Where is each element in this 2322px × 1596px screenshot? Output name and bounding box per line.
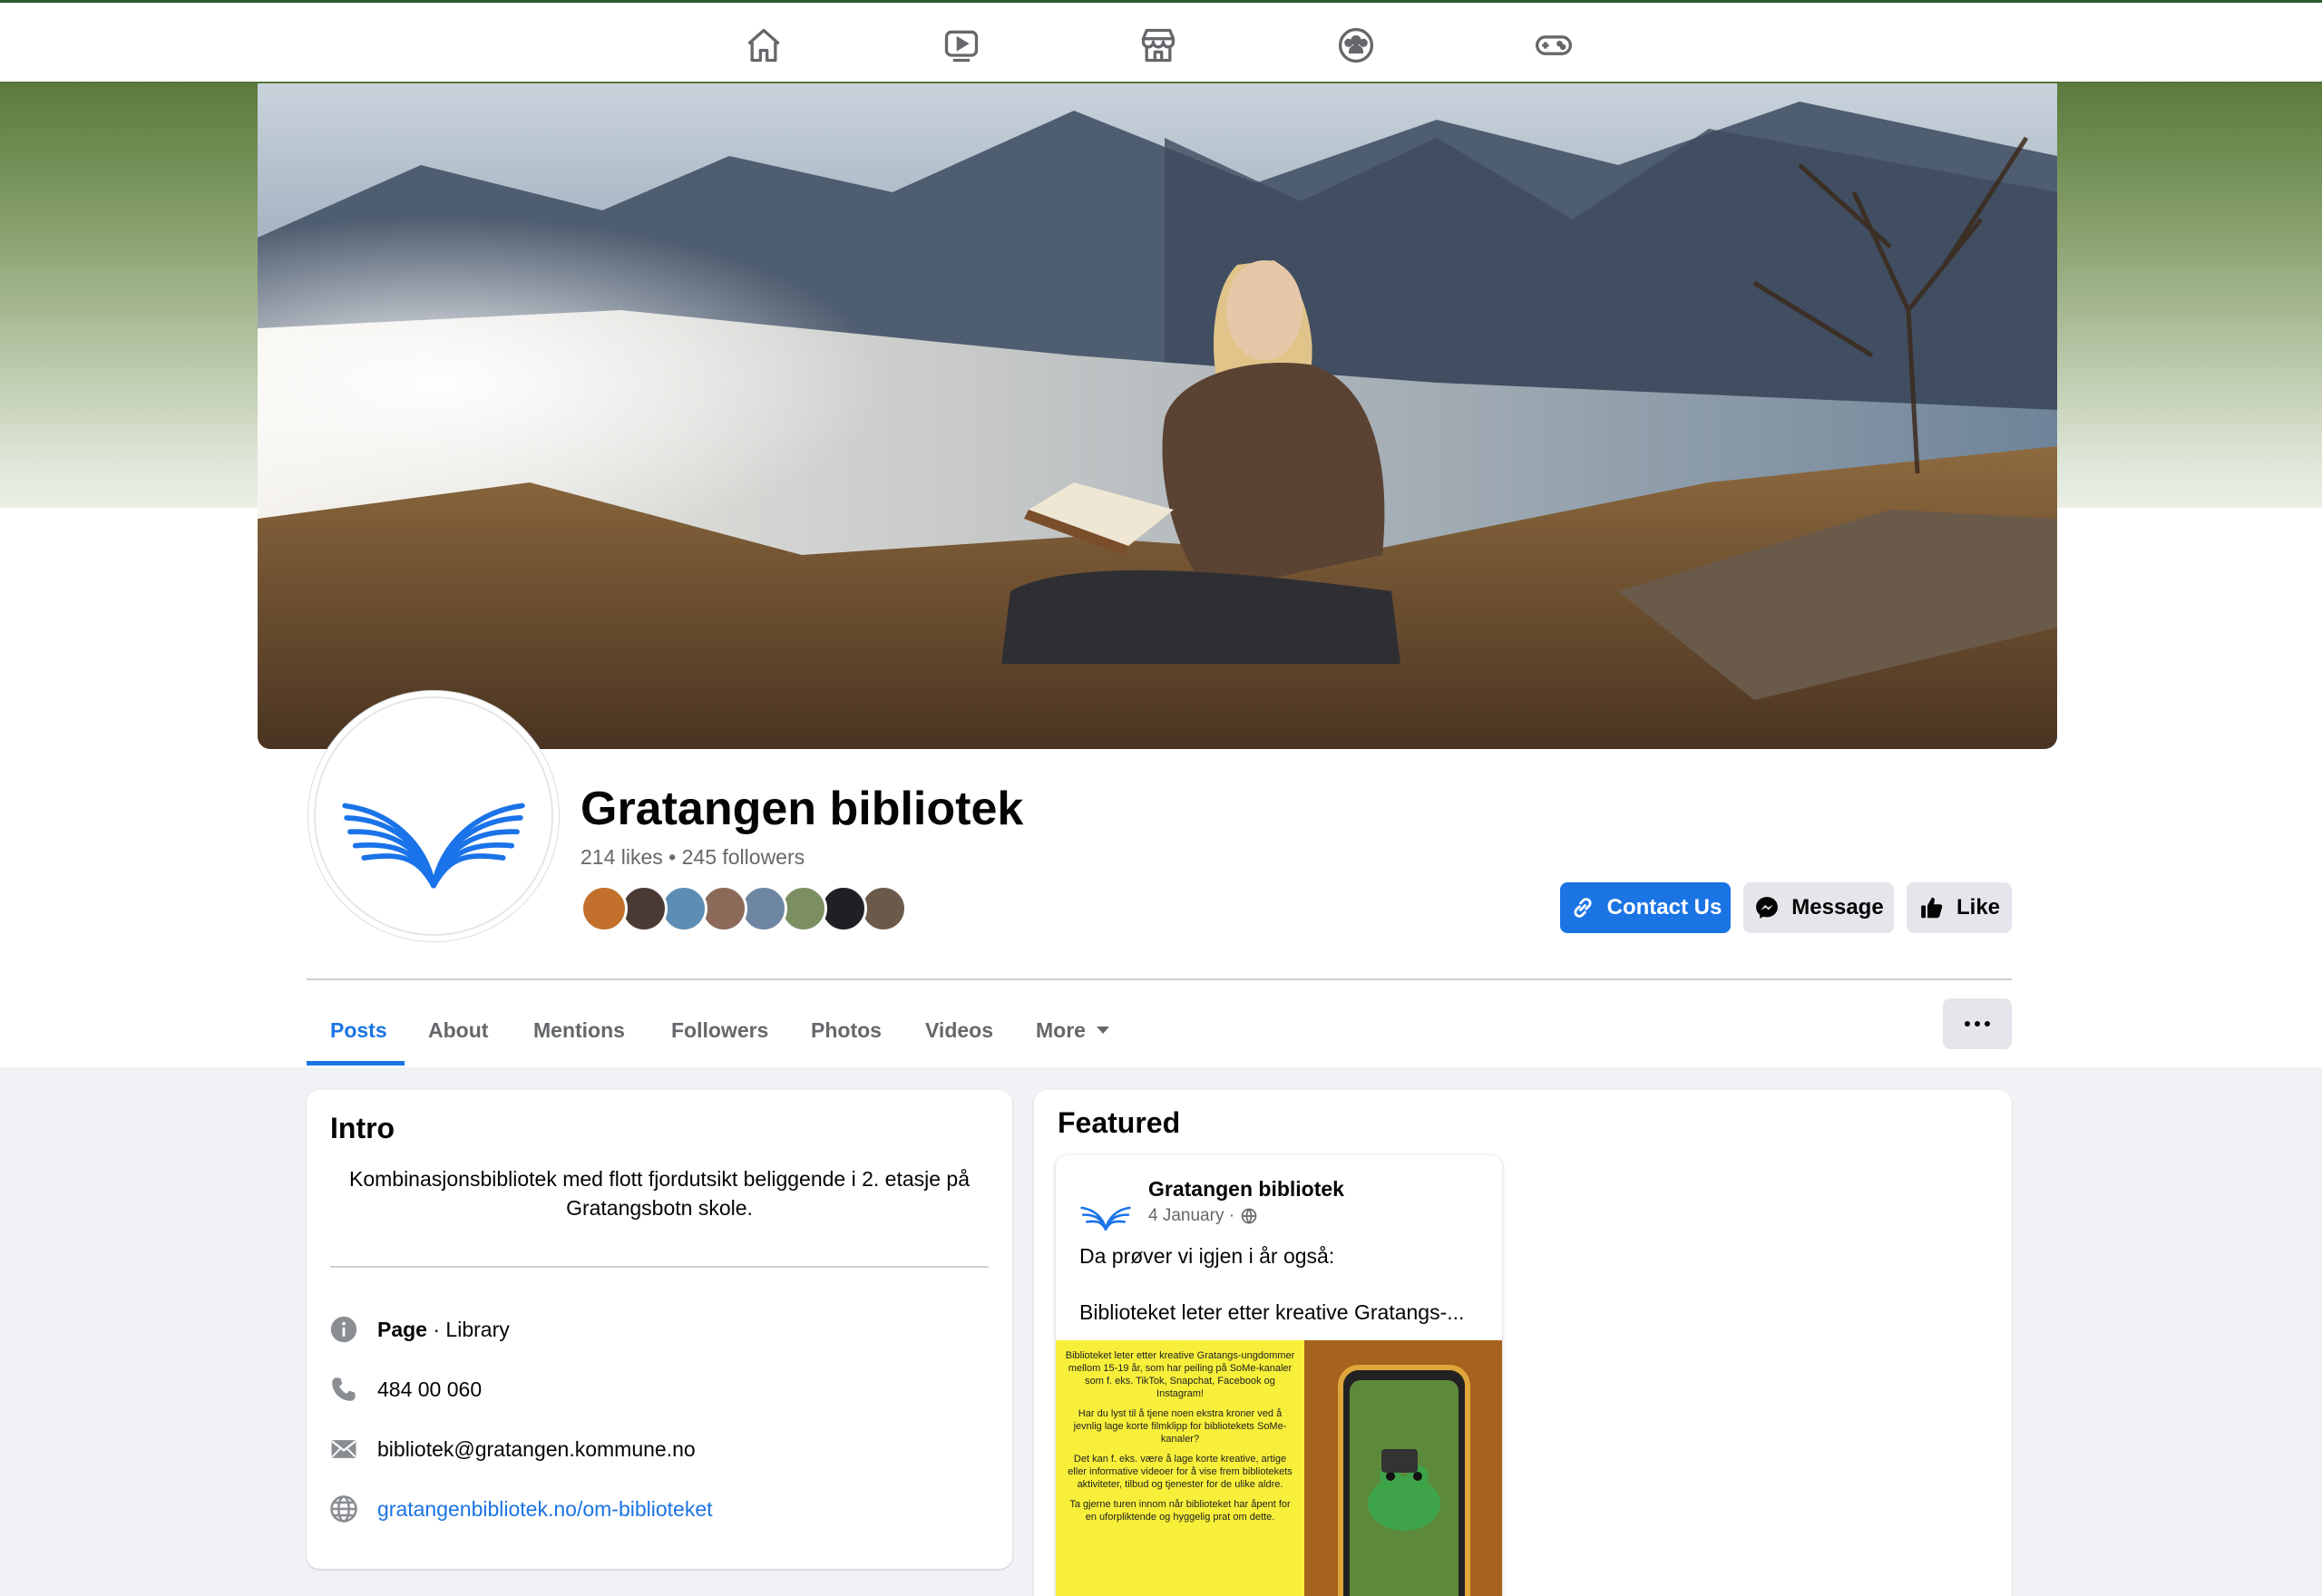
caret-down-icon <box>1096 1027 1109 1034</box>
featured-title: Featured <box>1058 1106 1181 1139</box>
marketplace-icon[interactable] <box>1117 15 1199 75</box>
intro-phone-row[interactable]: 484 00 060 <box>328 1371 482 1407</box>
info-icon <box>330 1316 357 1343</box>
post-image-line: Har du lyst til å tjene noen ekstra kron… <box>1073 1408 1287 1445</box>
post-image-line: Det kan f. eks. være å lage korte kreati… <box>1068 1454 1293 1490</box>
more-options-button[interactable] <box>1943 998 2012 1049</box>
tab-more[interactable]: More <box>1012 994 1133 1066</box>
page-category: · Library <box>426 1317 510 1341</box>
post-image-line: Biblioteket leter etter kreative Gratang… <box>1065 1350 1295 1399</box>
follower-avatar[interactable] <box>580 885 628 932</box>
email-address: bibliotek@gratangen.kommune.no <box>377 1436 696 1461</box>
post-text-line-1: Da prøver vi igjen i år også: <box>1079 1244 1335 1268</box>
groups-icon[interactable] <box>1315 15 1397 75</box>
thumbs-up-icon <box>1921 897 1943 919</box>
intro-website-row[interactable]: gratangenbibliotek.no/om-biblioteket <box>328 1491 713 1527</box>
like-button[interactable]: Like <box>1907 882 2012 933</box>
top-navigation-bar <box>0 0 2322 82</box>
post-image-phone-panel <box>1304 1340 1502 1596</box>
envelope-icon <box>331 1440 356 1458</box>
contact-us-button[interactable]: Contact Us <box>1560 882 1731 933</box>
home-icon[interactable] <box>723 15 805 75</box>
link-icon <box>1574 898 1592 918</box>
intro-category-row: Page · Library <box>328 1311 510 1348</box>
post-author-name[interactable]: Gratangen bibliotek <box>1148 1177 1344 1202</box>
message-label: Message <box>1791 895 1884 920</box>
tab-about[interactable]: About <box>405 994 512 1066</box>
tab-videos[interactable]: Videos <box>902 994 1017 1066</box>
video-icon[interactable] <box>921 15 1002 75</box>
globe-icon <box>330 1495 357 1523</box>
messenger-icon <box>1756 897 1779 919</box>
facebook-page: Gratangen bibliotek 214 likes • 245 foll… <box>0 0 2322 1596</box>
phone-number: 484 00 060 <box>377 1377 483 1401</box>
tab-mentions[interactable]: Mentions <box>510 994 649 1066</box>
dot-icon <box>1965 1021 1970 1027</box>
tab-posts[interactable]: Posts <box>307 994 411 1066</box>
header-divider <box>307 978 2012 980</box>
active-tab-indicator <box>307 1061 405 1066</box>
cover-photo[interactable] <box>258 83 2057 749</box>
page-label: Page <box>377 1317 427 1341</box>
intro-divider <box>330 1266 989 1268</box>
message-button[interactable]: Message <box>1743 882 1894 933</box>
dot-icon <box>1975 1021 1980 1027</box>
featured-post[interactable]: Gratangen bibliotek 4 January · Da prøve… <box>1056 1155 1502 1596</box>
dot-icon <box>1985 1021 1990 1027</box>
contact-us-label: Contact Us <box>1606 895 1722 920</box>
tab-photos[interactable]: Photos <box>787 994 905 1066</box>
page-stats[interactable]: 214 likes • 245 followers <box>580 845 805 870</box>
featured-card: Featured Gratangen bibliotek 4 January ·… <box>1034 1090 2012 1596</box>
like-label: Like <box>1956 895 2001 920</box>
public-globe-icon <box>1241 1208 1257 1224</box>
post-date[interactable]: 4 January · <box>1148 1206 1234 1226</box>
post-author-avatar[interactable] <box>1078 1182 1134 1239</box>
website-link[interactable]: gratangenbibliotek.no/om-biblioteket <box>377 1497 713 1522</box>
post-image-line: Ta gjerne turen innom når biblioteket ha… <box>1069 1499 1291 1523</box>
intro-card: Intro Kombinasjonsbibliotek med flott fj… <box>307 1090 1012 1569</box>
tab-followers[interactable]: Followers <box>648 994 792 1066</box>
intro-bio: Kombinasjonsbibliotek med flott fjorduts… <box>348 1167 970 1220</box>
profile-picture[interactable] <box>308 691 559 941</box>
library-logo <box>314 696 553 936</box>
intro-email-row[interactable]: bibliotek@gratangen.kommune.no <box>328 1431 696 1467</box>
phone-icon <box>332 1377 356 1401</box>
post-image[interactable]: Biblioteket leter etter kreative Gratang… <box>1056 1340 1502 1596</box>
page-title: Gratangen bibliotek <box>580 783 1024 835</box>
post-meta: 4 January · <box>1148 1206 1258 1226</box>
post-image-text-panel: Biblioteket leter etter kreative Gratang… <box>1056 1340 1304 1596</box>
post-text-line-2: Biblioteket leter etter kreative Gratang… <box>1079 1300 1465 1324</box>
gaming-icon[interactable] <box>1513 15 1595 75</box>
tab-more-label: More <box>1036 1017 1086 1042</box>
intro-title: Intro <box>330 1112 395 1144</box>
